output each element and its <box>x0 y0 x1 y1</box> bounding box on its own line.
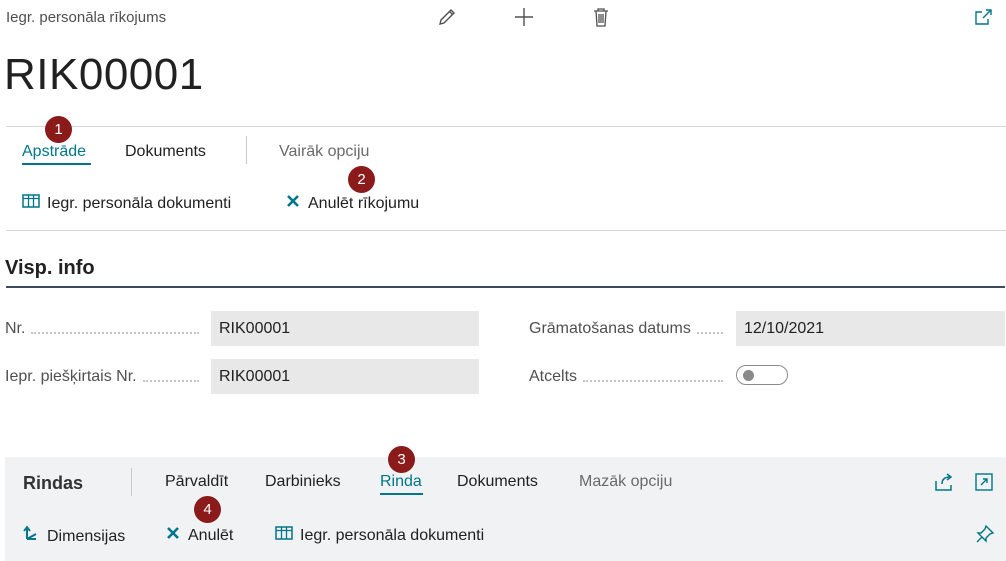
cancel-order-label: Anulēt rīkojumu <box>308 194 420 212</box>
more-options-button[interactable]: Vairāk opciju <box>279 143 369 161</box>
hr-documents-action[interactable]: Iegr. personāla dokumenti <box>22 193 231 214</box>
dimensions-action[interactable]: Dimensijas <box>22 525 125 548</box>
leader-dots <box>583 380 723 382</box>
share-icon[interactable] <box>931 469 957 495</box>
cancel-line-action[interactable]: Anulēt <box>165 525 233 546</box>
field-label-posting-date: Grāmatošanas datums <box>529 318 729 340</box>
callout-badge-2: 2 <box>348 166 375 193</box>
separator <box>131 468 132 496</box>
tab-dokuments[interactable]: Dokuments <box>125 143 206 161</box>
callout-badge-3: 3 <box>388 446 415 473</box>
field-label-cancelled: Atcelts <box>529 366 729 388</box>
leader-dots <box>142 380 199 382</box>
cancel-order-action[interactable]: Anulēt rīkojumu <box>285 193 419 214</box>
dimensions-label: Dimensijas <box>47 527 126 545</box>
hr-documents-lines-label: Iegr. personāla dokumenti <box>300 526 485 544</box>
toggle-knob <box>743 370 754 381</box>
separator <box>246 136 247 164</box>
tab-darbinieks[interactable]: Darbinieks <box>265 473 341 491</box>
callout-badge-1: 1 <box>45 116 72 143</box>
section-title-general: Visp. info <box>5 257 95 279</box>
no-field[interactable]: RIK00001 <box>211 311 479 346</box>
leader-dots <box>31 332 199 334</box>
expand-icon[interactable] <box>971 469 997 495</box>
close-icon <box>165 525 181 546</box>
tab-dokuments-lines[interactable]: Dokuments <box>457 473 538 491</box>
section-underline <box>6 286 1005 288</box>
page-title: RIK00001 <box>4 50 204 99</box>
assigned-no-field[interactable]: RIK00001 <box>211 359 479 394</box>
active-tab-indicator <box>22 163 91 165</box>
divider <box>6 230 1006 231</box>
lines-title: Rindas <box>23 473 84 493</box>
posting-date-field[interactable]: 12/10/2021 <box>736 311 1005 346</box>
hr-documents-label: Iegr. personāla dokumenti <box>47 194 232 212</box>
field-label-text: Iepr. piešķirtais Nr. <box>5 368 137 385</box>
field-label-assigned-no: Iepr. piešķirtais Nr. <box>5 366 205 388</box>
table-icon <box>275 525 293 546</box>
delete-icon[interactable] <box>588 4 614 30</box>
divider <box>6 126 1006 127</box>
cancelled-toggle[interactable] <box>736 365 788 385</box>
less-options-button[interactable]: Mazāk opciju <box>579 473 672 491</box>
tab-apstrade[interactable]: Apstrāde <box>22 143 86 161</box>
field-label-text: Atcelts <box>529 368 578 385</box>
pin-icon[interactable] <box>972 521 998 547</box>
field-label-text: Nr. <box>5 320 26 337</box>
tab-rinda[interactable]: Rinda <box>380 473 422 491</box>
field-label-no: Nr. <box>5 318 205 340</box>
breadcrumb: Iegr. personāla rīkojums <box>6 9 167 26</box>
open-new-window-icon[interactable] <box>970 4 996 30</box>
close-icon <box>285 193 301 214</box>
hr-documents-lines-action[interactable]: Iegr. personāla dokumenti <box>275 525 484 546</box>
active-tab-indicator <box>380 493 423 495</box>
table-icon <box>22 193 40 214</box>
tab-parvaldit[interactable]: Pārvaldīt <box>165 473 228 491</box>
cancel-line-label: Anulēt <box>188 526 234 544</box>
callout-badge-4: 4 <box>194 496 221 523</box>
field-label-text: Grāmatošanas datums <box>529 320 691 337</box>
edit-icon[interactable] <box>434 4 460 30</box>
add-icon[interactable] <box>511 4 537 30</box>
dimensions-icon <box>22 525 40 548</box>
leader-dots <box>696 332 723 334</box>
